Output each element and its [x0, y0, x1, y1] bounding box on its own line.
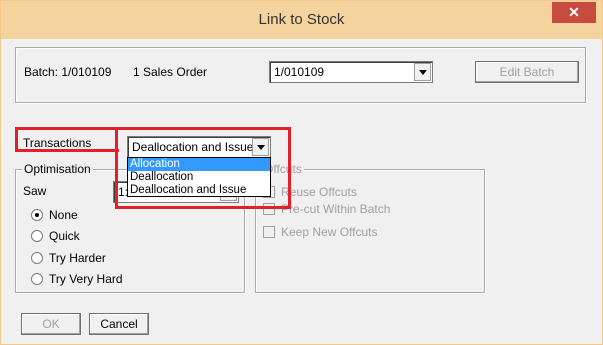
reuse-offcuts-checkbox[interactable]: Reuse Offcuts — [263, 185, 357, 199]
radio-icon — [31, 230, 43, 242]
radio-none-label: None — [49, 208, 78, 222]
dropdown-option-deallocation-and-issue[interactable]: Deallocation and Issue — [128, 184, 270, 197]
ok-button[interactable]: OK — [21, 313, 81, 335]
radio-try-harder-label: Try Harder — [49, 251, 106, 265]
sales-order-label: 1 Sales Order — [133, 65, 208, 79]
batch-select-value: 1/010109 — [274, 65, 325, 79]
radio-try-very-hard[interactable]: Try Very Hard — [31, 272, 123, 286]
dialog-window: Link to Stock ✕ Batch: 1/010109 1 Sales … — [0, 0, 603, 345]
transactions-dropdown-list[interactable]: Allocation Deallocation Deallocation and… — [127, 157, 271, 197]
edit-batch-button[interactable]: Edit Batch — [475, 61, 579, 83]
radio-none[interactable]: None — [31, 208, 78, 222]
transactions-label: Transactions — [23, 136, 92, 150]
keep-new-offcuts-label: Keep New Offcuts — [281, 225, 378, 239]
radio-icon — [31, 273, 43, 285]
chevron-down-icon[interactable] — [252, 138, 269, 156]
reuse-offcuts-label: Reuse Offcuts — [281, 185, 357, 199]
radio-try-harder[interactable]: Try Harder — [31, 251, 106, 265]
batch-select[interactable]: 1/010109 — [269, 61, 433, 83]
batch-label: Batch: 1/010109 — [24, 65, 112, 79]
chevron-down-icon[interactable] — [414, 63, 431, 81]
dropdown-option-deallocation[interactable]: Deallocation — [128, 171, 270, 184]
radio-selected-icon — [31, 209, 43, 221]
radio-try-very-hard-label: Try Very Hard — [49, 272, 123, 286]
transactions-select[interactable]: Deallocation and Issue — [127, 136, 271, 158]
close-icon: ✕ — [568, 4, 580, 20]
precut-within-batch-label: Pre-cut Within Batch — [281, 202, 391, 216]
precut-within-batch-checkbox[interactable]: Pre-cut Within Batch — [263, 202, 390, 216]
cancel-button[interactable]: Cancel — [89, 313, 149, 335]
radio-icon — [31, 252, 43, 264]
checkbox-icon — [263, 203, 275, 215]
close-button[interactable]: ✕ — [552, 2, 596, 23]
dropdown-option-allocation[interactable]: Allocation — [128, 158, 270, 171]
checkbox-icon — [263, 226, 275, 238]
radio-quick[interactable]: Quick — [31, 229, 80, 243]
optimisation-title: Optimisation — [22, 162, 93, 176]
title-bar[interactable]: Link to Stock ✕ — [1, 1, 602, 39]
window-title: Link to Stock — [258, 11, 345, 28]
keep-new-offcuts-checkbox[interactable]: Keep New Offcuts — [263, 225, 378, 239]
radio-quick-label: Quick — [49, 229, 80, 243]
transactions-select-value: Deallocation and Issue — [132, 140, 254, 154]
saw-label: Saw — [23, 184, 47, 198]
